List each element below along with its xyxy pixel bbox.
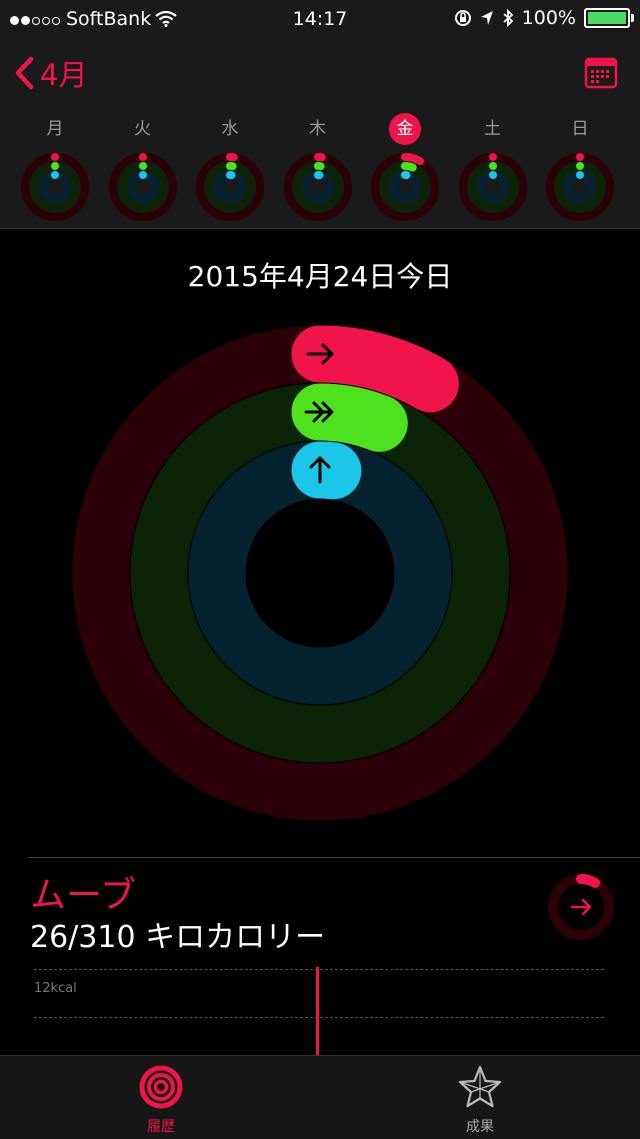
- stand-ring-progress: [291, 441, 362, 500]
- day-rings-icon: [196, 153, 264, 221]
- move-value: 26/310 キロカロリー: [30, 920, 326, 955]
- bluetooth-icon: [503, 9, 513, 27]
- day-0[interactable]: 月: [15, 108, 95, 228]
- day-label: 金: [389, 113, 421, 145]
- day-label: 月: [46, 119, 64, 139]
- day-3[interactable]: 木: [278, 108, 358, 228]
- day-label: 日: [571, 119, 589, 139]
- back-label: 4月: [40, 58, 88, 92]
- section-divider: [28, 857, 640, 858]
- day-2[interactable]: 水: [190, 108, 270, 228]
- tab-awards[interactable]: 成果: [420, 1064, 540, 1136]
- day-1[interactable]: 火: [103, 108, 183, 228]
- day-label: 火: [134, 119, 151, 139]
- day-label: 土: [484, 119, 501, 139]
- day-6[interactable]: 日: [540, 108, 620, 228]
- status-bar: SoftBank 14:17 100%: [0, 0, 640, 40]
- chart-gridline: [34, 1017, 604, 1018]
- battery-percent: 100%: [521, 7, 576, 29]
- day-5[interactable]: 土: [453, 108, 533, 228]
- date-title: 2015年4月24日今日: [187, 260, 453, 293]
- calendar-icon: [584, 57, 618, 89]
- chevron-left-icon: [15, 56, 34, 90]
- day-rings-icon: [546, 153, 614, 221]
- tab-history-label: 履歴: [147, 1119, 175, 1135]
- day-rings-icon: [458, 153, 527, 221]
- lock-rotation-icon: [454, 10, 471, 26]
- location-icon: [480, 11, 493, 25]
- move-ring-icon: [548, 874, 614, 940]
- star-icon: [458, 1065, 502, 1108]
- day-rings-icon: [283, 153, 352, 221]
- activity-rings-icon: [139, 1065, 183, 1109]
- move-mini-progress: [576, 874, 601, 888]
- day-label: 木: [309, 119, 326, 139]
- move-hourly-chart: 12kcal: [34, 965, 604, 1055]
- tab-bar: 履歴 成果: [0, 1055, 640, 1139]
- status-right: 100%: [454, 7, 634, 29]
- week-strip: 月火水木金土日: [0, 108, 640, 229]
- tab-awards-label: 成果: [466, 1119, 494, 1135]
- back-button[interactable]: 4月: [14, 52, 87, 94]
- day-rings-icon: [21, 153, 89, 221]
- day-label: 水: [221, 119, 239, 139]
- calendar-button[interactable]: [584, 54, 618, 94]
- chart-bar: [316, 967, 319, 1055]
- stand-ring-track: [188, 441, 452, 705]
- activity-rings: [72, 325, 568, 821]
- day-rings-icon: [371, 153, 439, 221]
- chart-y-tick: 12kcal: [34, 981, 77, 996]
- day-rings-icon: [108, 153, 177, 221]
- chart-gridline: [34, 969, 604, 970]
- tab-history[interactable]: 履歴: [101, 1064, 221, 1136]
- battery-icon: [584, 8, 634, 28]
- move-ring-progress: [291, 325, 459, 413]
- nav-bar: 4月: [0, 40, 640, 108]
- move-title: ムーブ: [30, 875, 136, 916]
- move-mini-arrow-icon: [570, 898, 592, 916]
- day-4[interactable]: 金: [365, 108, 445, 228]
